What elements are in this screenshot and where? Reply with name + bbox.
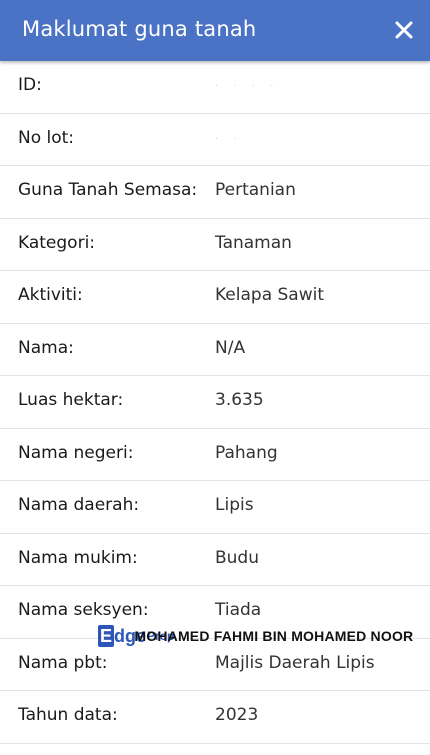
row-value: Majlis Daerah Lipis bbox=[215, 652, 375, 673]
dialog-header: Maklumat guna tanah bbox=[0, 0, 430, 61]
dialog-title: Maklumat guna tanah bbox=[22, 17, 257, 41]
detail-row-state: Nama negeri: Pahang bbox=[0, 429, 430, 481]
detail-row-id: ID: · · · · bbox=[0, 61, 430, 114]
row-label: Guna Tanah Semasa: bbox=[18, 180, 198, 200]
row-value: Budu bbox=[215, 547, 260, 568]
row-label: Nama mukim: bbox=[18, 547, 138, 568]
row-label: ID: bbox=[18, 75, 42, 95]
detail-row-activity: Aktiviti: Kelapa Sawit bbox=[0, 271, 430, 324]
detail-row-lot: No lot: · · bbox=[0, 114, 430, 166]
logo-e: E bbox=[98, 625, 115, 647]
close-button[interactable] bbox=[391, 17, 417, 43]
detail-row-current-land-use: Guna Tanah Semasa: Pertanian bbox=[0, 166, 430, 219]
row-label: No lot: bbox=[18, 127, 75, 148]
row-label: Luas hektar: bbox=[18, 390, 124, 410]
watermark: Edge Prop MOHAMED FAHMI BIN MOHAMED NOOR bbox=[98, 623, 413, 649]
row-value: · · bbox=[215, 133, 243, 145]
row-label: Kategori: bbox=[18, 232, 96, 253]
row-value: Pertanian bbox=[215, 180, 296, 200]
detail-row-data-year: Tahun data: 2023 bbox=[0, 691, 430, 744]
row-value: N/A bbox=[215, 337, 246, 358]
row-value: 2023 bbox=[215, 705, 259, 725]
detail-row-mukim: Nama mukim: Budu bbox=[0, 534, 430, 586]
row-value: Lipis bbox=[215, 495, 254, 515]
row-value: Kelapa Sawit bbox=[215, 285, 325, 305]
row-value: Tiada bbox=[215, 600, 262, 620]
row-label: Aktiviti: bbox=[18, 285, 83, 305]
detail-row-area-hectare: Luas hektar: 3.635 bbox=[0, 376, 430, 429]
row-value: · · · · bbox=[215, 81, 280, 92]
row-value: Pahang bbox=[215, 442, 278, 463]
detail-row-district: Nama daerah: Lipis bbox=[0, 481, 430, 534]
row-label: Nama daerah: bbox=[18, 495, 140, 515]
row-label: Nama seksyen: bbox=[18, 600, 149, 620]
watermark-name: MOHAMED FAHMI BIN MOHAMED NOOR bbox=[134, 628, 414, 644]
row-label: Nama negeri: bbox=[18, 442, 134, 463]
detail-row-category: Kategori: Tanaman bbox=[0, 219, 430, 271]
row-value: 3.635 bbox=[215, 390, 264, 410]
row-label: Nama pbt: bbox=[18, 652, 108, 673]
row-label: Nama: bbox=[18, 337, 74, 358]
row-value: Tanaman bbox=[215, 232, 292, 253]
row-label: Tahun data: bbox=[18, 705, 118, 725]
detail-row-name: Nama: N/A bbox=[0, 324, 430, 376]
close-icon bbox=[395, 21, 413, 39]
